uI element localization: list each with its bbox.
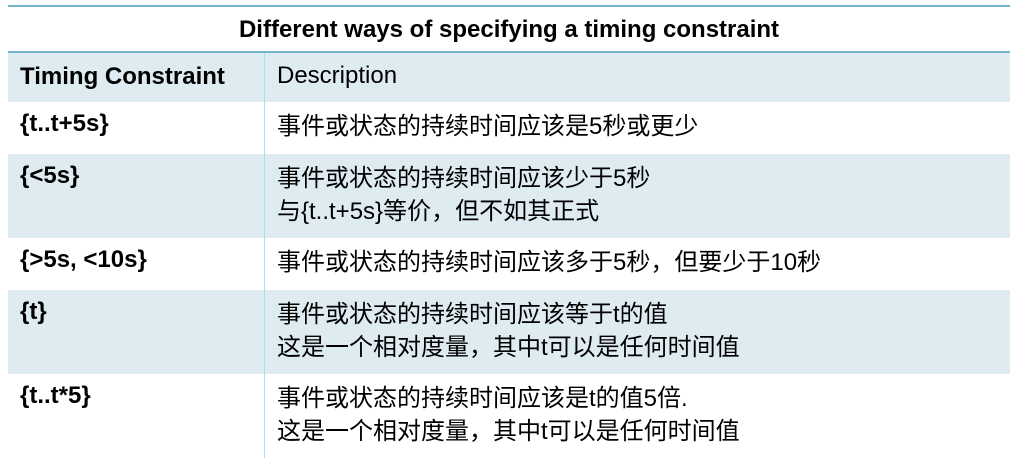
table-row: {t..t*5} 事件或状态的持续时间应该是t的值5倍. 这是一个相对度量，其中t… [8, 374, 1010, 458]
table-row: {<5s} 事件或状态的持续时间应该少于5秒 与{t..t+5s}等价，但不如其正… [8, 154, 1010, 238]
description-cell: 事件或状态的持续时间应该是5秒或更少 [265, 102, 1010, 154]
table-row: {>5s, <10s} 事件或状态的持续时间应该多于5秒，但要少于10秒 [8, 238, 1010, 290]
description-line: 事件或状态的持续时间应该等于t的值 [277, 301, 668, 328]
constraint-cell: {t..t+5s} [8, 102, 265, 154]
description-line: 这是一个相对度量，其中t可以是任何时间值 [277, 334, 740, 361]
table-row: {t..t+5s} 事件或状态的持续时间应该是5秒或更少 [8, 102, 1010, 154]
table-row: {t} 事件或状态的持续时间应该等于t的值这是一个相对度量，其中t可以是任何时间… [8, 290, 1010, 374]
constraint-cell: {>5s, <10s} [8, 238, 265, 290]
description-line: 事件或状态的持续时间应该是5秒或更少 [277, 113, 699, 140]
constraint-cell: {<5s} [8, 154, 265, 238]
constraint-cell: {t..t*5} [8, 374, 265, 458]
header-description: Description [277, 62, 398, 89]
header-timing-constraint: Timing Constraint [8, 53, 265, 102]
constraint-cell: {t} [8, 290, 265, 374]
header-row: Timing Constraint Description [8, 53, 1010, 102]
description-cell: 事件或状态的持续时间应该少于5秒 与{t..t+5s}等价，但不如其正式 [265, 154, 1010, 238]
description-cell: 事件或状态的持续时间应该多于5秒，但要少于10秒 [265, 238, 1010, 290]
description-cell: 事件或状态的持续时间应该等于t的值这是一个相对度量，其中t可以是任何时间值 [265, 290, 1010, 374]
description-line: 事件或状态的持续时间应该是t的值5倍. [277, 385, 688, 412]
description-line: 事件或状态的持续时间应该少于5秒 [277, 165, 651, 192]
description-line: 事件或状态的持续时间应该多于5秒，但要少于10秒 [277, 249, 822, 276]
timing-constraint-table: Different ways of specifying a timing co… [8, 5, 1010, 458]
description-line: 这是一个相对度量，其中t可以是任何时间值 [277, 418, 740, 445]
description-line: 与{t..t+5s}等价，但不如其正式 [277, 198, 600, 225]
table-title: Different ways of specifying a timing co… [8, 7, 1010, 53]
description-cell: 事件或状态的持续时间应该是t的值5倍. 这是一个相对度量，其中t可以是任何时间值 [265, 374, 1010, 458]
